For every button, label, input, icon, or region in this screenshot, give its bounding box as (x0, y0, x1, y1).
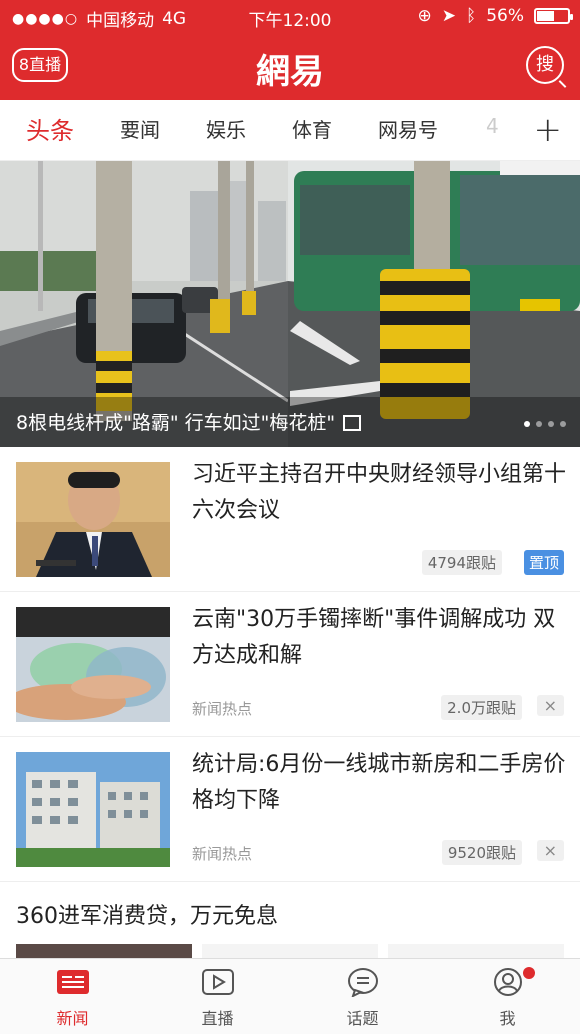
news-thumbnail (16, 752, 170, 867)
comment-count[interactable]: 9520跟贴 (441, 840, 522, 865)
nav-news-label: 新闻 (56, 1009, 89, 1028)
tab-netease-account[interactable]: 网易号 (378, 114, 438, 143)
user-icon (494, 968, 522, 996)
play-icon (202, 969, 234, 995)
nav-live[interactable]: 直播 (145, 959, 290, 1034)
bluetooth-icon: ᛒ (466, 6, 477, 26)
tab-important-news[interactable]: 要闻 (120, 114, 160, 143)
chat-bubble-icon (348, 968, 378, 997)
dismiss-news-button[interactable]: × (536, 840, 564, 861)
news-thumbnail (16, 607, 170, 722)
tab-entertainment[interactable]: 娱乐 (206, 114, 246, 143)
bottom-navigation: 新闻 直播 话题 我 (0, 958, 580, 1034)
location-icon: ➤ (441, 6, 456, 26)
tab-more-partial[interactable]: 4 (486, 114, 499, 138)
carousel-dot (560, 421, 566, 427)
dismiss-news-button[interactable]: × (536, 695, 564, 716)
battery-percent: 56% (486, 6, 524, 26)
nav-news[interactable]: 新闻 (0, 959, 145, 1034)
hero-caption-text: 8根电线杆成"路霸" 行车如过"梅花桩" (16, 412, 336, 434)
picture-gallery-icon (343, 415, 362, 431)
search-button[interactable]: 搜 (526, 46, 564, 84)
carousel-dot (536, 421, 542, 427)
lock-rotation-icon: ⊕ (417, 6, 432, 26)
carousel-dot (548, 421, 554, 427)
nav-topics[interactable]: 话题 (290, 959, 435, 1034)
nav-me-label: 我 (499, 1009, 516, 1028)
feature-title[interactable]: 360进军消费贷，万元免息 (16, 898, 278, 930)
news-source: 新闻热点 (192, 700, 253, 718)
app-logo: 網易 (256, 52, 324, 92)
hero-caption[interactable]: 8根电线杆成"路霸" 行车如过"梅花桩" (0, 397, 580, 447)
tab-sports[interactable]: 体育 (292, 114, 332, 143)
comment-count[interactable]: 2.0万跟贴 (441, 695, 522, 720)
pinned-badge: 置顶 (523, 550, 564, 575)
comment-count[interactable]: 4794跟贴 (421, 550, 502, 575)
status-bar: ●●●●○ 中国移动 4G 下午12:00 ⊕ ➤ ᛒ 56% (0, 0, 580, 34)
nav-topics-label: 话题 (346, 1009, 379, 1028)
category-tabs: 头条 要闻 娱乐 体育 网易号 4 + (0, 100, 580, 161)
tab-headlines[interactable]: 头条 (26, 111, 74, 146)
hero-carousel[interactable]: 8根电线杆成"路霸" 行车如过"梅花桩" (0, 161, 580, 447)
news-item[interactable]: 统计局:6月份一线城市新房和二手房价格均下降 新闻热点 9520跟贴 × (0, 737, 580, 882)
nav-live-label: 直播 (201, 1009, 234, 1028)
notification-dot (523, 967, 535, 979)
news-title: 统计局:6月份一线城市新房和二手房价格均下降 (192, 752, 566, 813)
news-item[interactable]: 习近平主持召开中央财经领导小组第十六次会议 4794跟贴 置顶 (0, 447, 580, 592)
news-thumbnail (16, 462, 170, 577)
add-tab-icon[interactable]: + (534, 110, 563, 150)
carousel-indicator (524, 421, 566, 427)
nav-me[interactable]: 我 (435, 959, 580, 1034)
battery-icon (534, 8, 573, 24)
carousel-dot-active (524, 421, 530, 427)
news-source: 新闻热点 (192, 845, 253, 863)
news-title: 习近平主持召开中央财经领导小组第十六次会议 (192, 462, 567, 523)
news-item[interactable]: 云南"30万手镯摔断"事件调解成功 双方达成和解 新闻热点 2.0万跟贴 × (0, 592, 580, 737)
newspaper-icon (57, 970, 89, 994)
top-header: ●●●●○ 中国移动 4G 下午12:00 ⊕ ➤ ᛒ 56% 8直播 網易 搜 (0, 0, 580, 100)
news-title: 云南"30万手镯摔断"事件调解成功 双方达成和解 (192, 607, 556, 668)
